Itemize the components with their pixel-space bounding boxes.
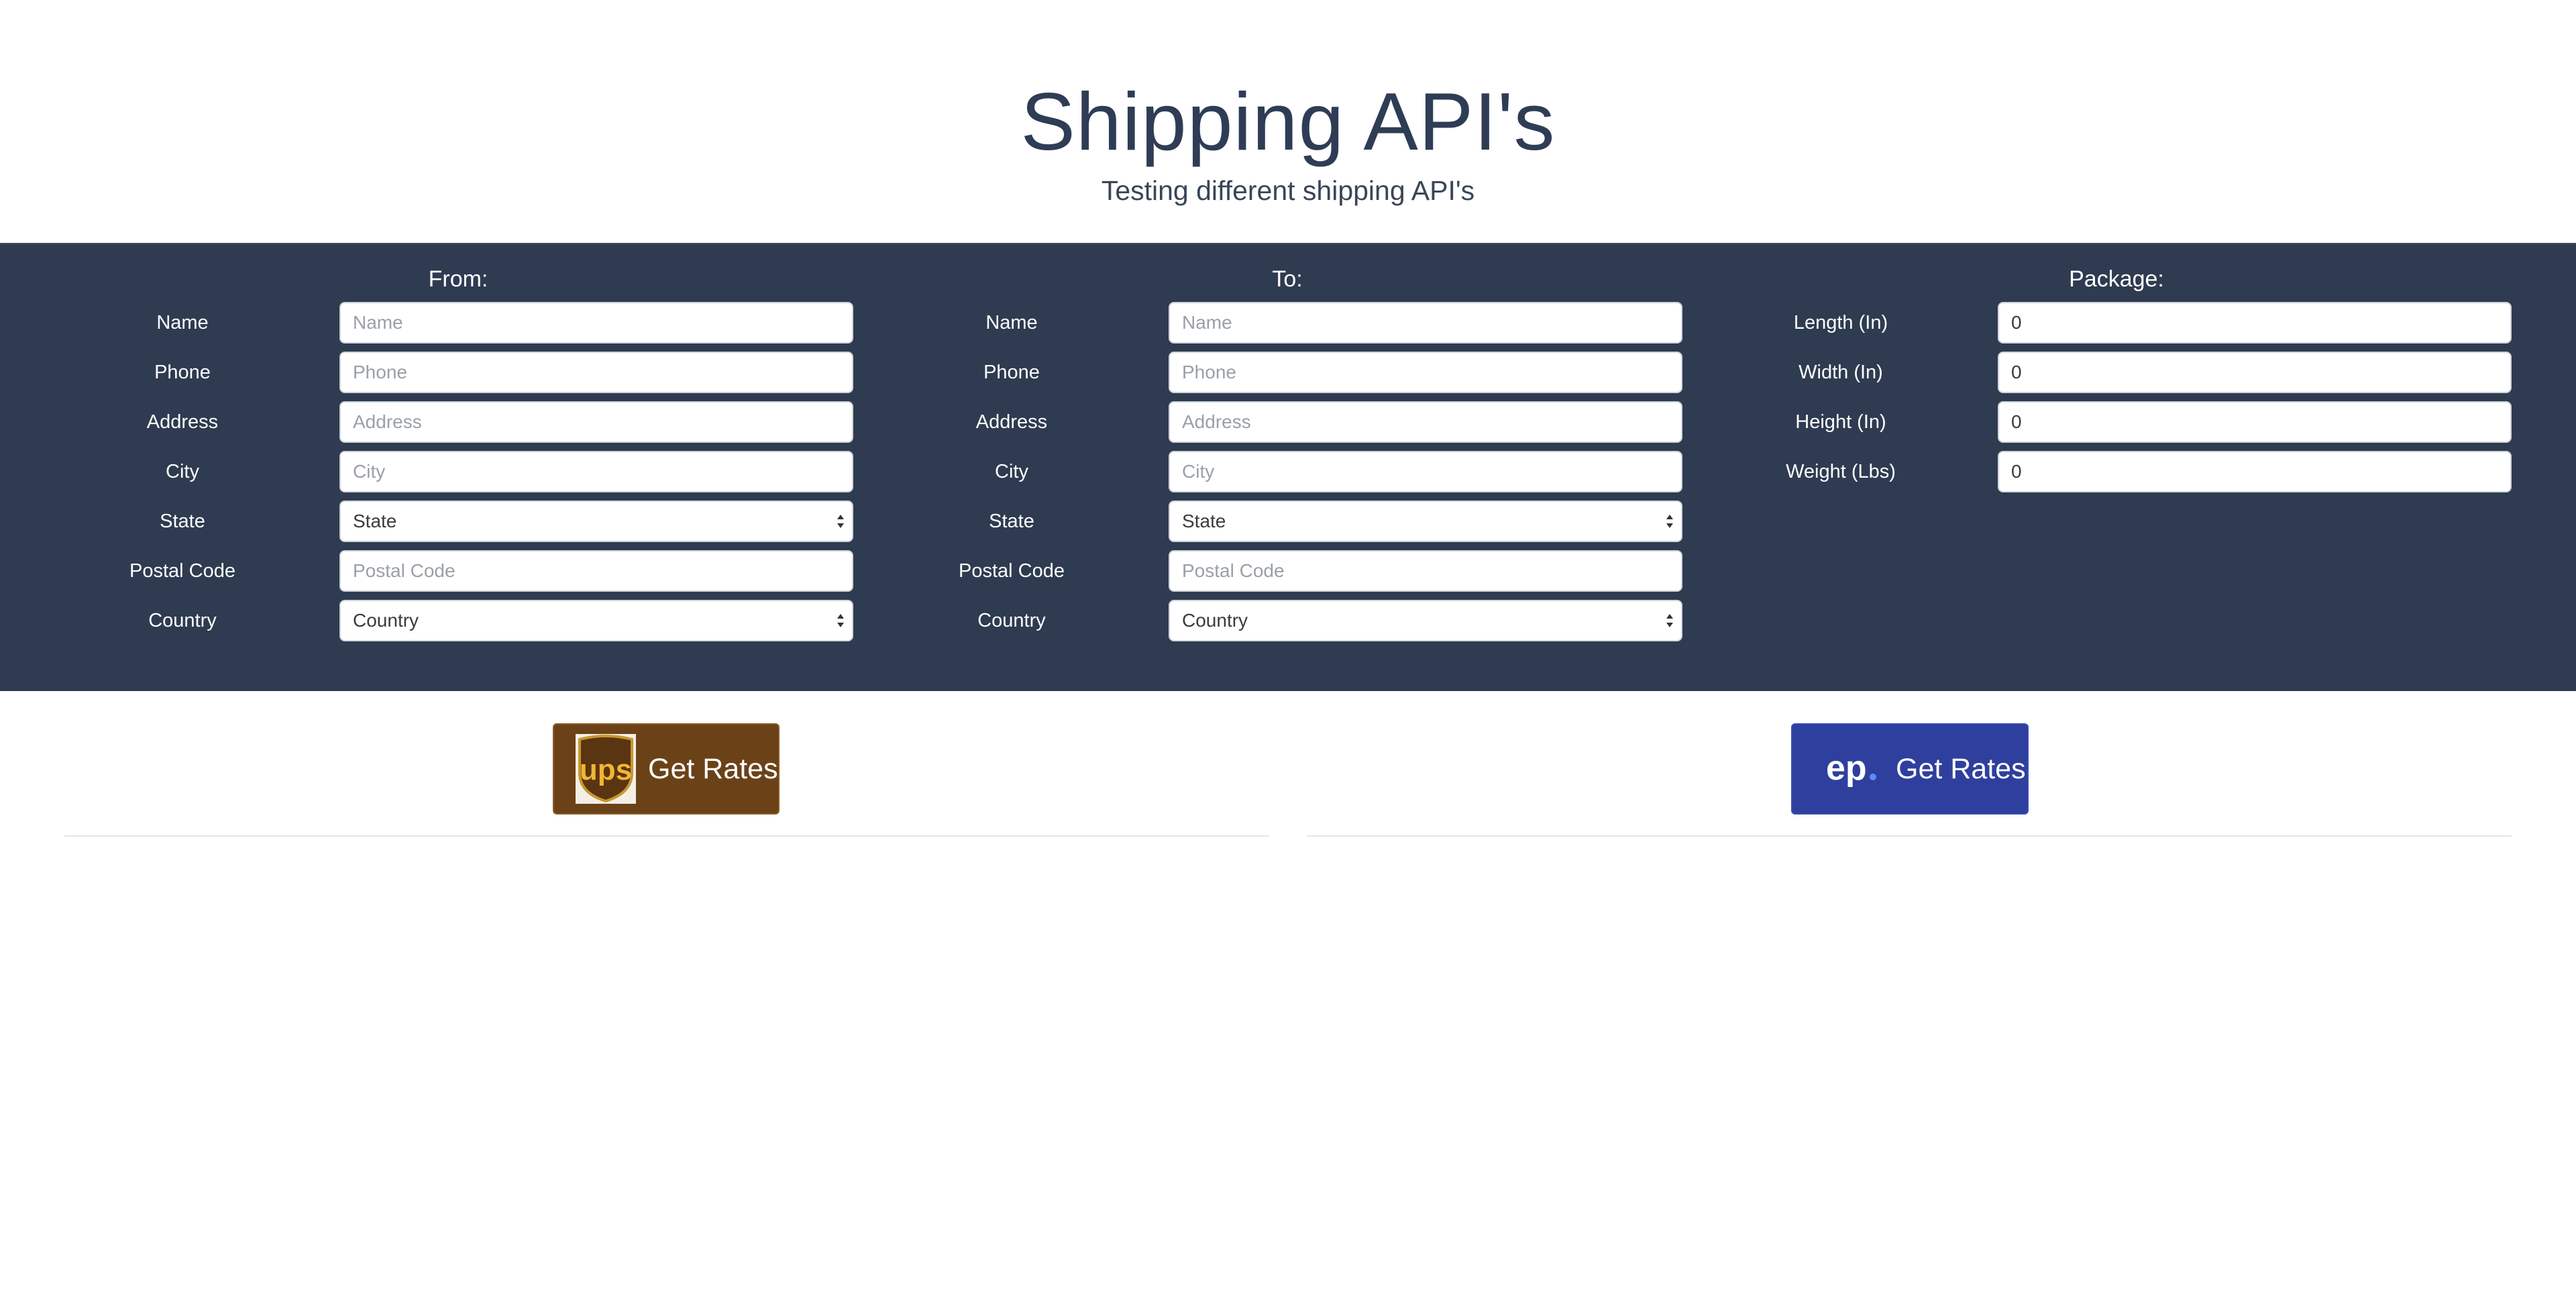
ups-button-label: Get Rates xyxy=(648,752,778,785)
address-form-panel: From: Name Phone Address City State Stat… xyxy=(0,243,2576,691)
from-country-label: Country xyxy=(148,610,217,631)
package-height-label: Height (In) xyxy=(1795,411,1886,433)
package-width-label: Width (In) xyxy=(1799,362,1883,383)
from-city-input[interactable] xyxy=(339,451,853,492)
header: Shipping API's Testing different shippin… xyxy=(0,0,2576,243)
page-subtitle: Testing different shipping API's xyxy=(1101,175,1475,206)
from-city-row: City xyxy=(0,451,859,492)
to-city-input[interactable] xyxy=(1169,451,1682,492)
to-name-input[interactable] xyxy=(1169,302,1682,344)
from-country-selected: Country xyxy=(353,610,419,631)
package-weight-row: Weight (Lbs) xyxy=(1658,451,2517,492)
from-country-row: Country Country xyxy=(0,600,859,641)
to-address-input[interactable] xyxy=(1169,401,1682,443)
from-state-select[interactable]: State xyxy=(339,501,853,542)
package-height-input[interactable] xyxy=(1998,401,2512,443)
to-postal-row: Postal Code xyxy=(829,550,1688,592)
from-phone-row: Phone xyxy=(0,352,859,393)
from-address-input[interactable] xyxy=(339,401,853,443)
to-postal-label: Postal Code xyxy=(959,560,1065,582)
package-width-input[interactable] xyxy=(1998,352,2512,393)
from-postal-label: Postal Code xyxy=(129,560,235,582)
from-state-label: State xyxy=(160,511,205,532)
to-country-selected: Country xyxy=(1182,610,1248,631)
to-country-select[interactable]: Country xyxy=(1169,600,1682,641)
from-name-row: Name xyxy=(0,302,859,344)
to-postal-input[interactable] xyxy=(1169,550,1682,592)
from-postal-input[interactable] xyxy=(339,550,853,592)
ups-get-rates-button[interactable]: ups Get Rates xyxy=(553,723,780,815)
easypost-results-divider xyxy=(1307,835,2512,837)
page: Shipping API's Testing different shippin… xyxy=(0,0,2576,1311)
package-length-label: Length (In) xyxy=(1793,312,1888,333)
to-city-row: City xyxy=(829,451,1688,492)
from-state-selected: State xyxy=(353,511,397,531)
from-country-select[interactable]: Country xyxy=(339,600,853,641)
from-state-row: State State xyxy=(0,501,859,542)
package-length-row: Length (In) xyxy=(1658,302,2517,344)
to-state-selected: State xyxy=(1182,511,1226,531)
from-postal-row: Postal Code xyxy=(0,550,859,592)
package-weight-input[interactable] xyxy=(1998,451,2512,492)
to-name-row: Name xyxy=(829,302,1688,344)
from-title: From: xyxy=(428,266,488,292)
from-address-label: Address xyxy=(146,411,219,433)
package-title: Package: xyxy=(2069,266,2164,292)
from-phone-label: Phone xyxy=(154,362,211,383)
to-name-label: Name xyxy=(985,312,1038,333)
to-phone-label: Phone xyxy=(983,362,1040,383)
page-title: Shipping API's xyxy=(1020,76,1556,167)
to-city-label: City xyxy=(995,461,1028,482)
package-width-row: Width (In) xyxy=(1658,352,2517,393)
to-phone-input[interactable] xyxy=(1169,352,1682,393)
select-arrows-icon xyxy=(1666,515,1673,528)
ups-results-divider xyxy=(64,835,1269,837)
to-country-row: Country Country xyxy=(829,600,1688,641)
to-address-row: Address xyxy=(829,401,1688,443)
ups-logo-icon: ups xyxy=(576,734,636,804)
to-state-row: State State xyxy=(829,501,1688,542)
easypost-get-rates-button[interactable]: ep Get Rates xyxy=(1791,723,2029,815)
to-country-label: Country xyxy=(977,610,1046,631)
from-phone-input[interactable] xyxy=(339,352,853,393)
package-weight-label: Weight (Lbs) xyxy=(1786,461,1896,482)
from-name-input[interactable] xyxy=(339,302,853,344)
to-title: To: xyxy=(1272,266,1303,292)
to-state-select[interactable]: State xyxy=(1169,501,1682,542)
to-address-label: Address xyxy=(975,411,1048,433)
package-height-row: Height (In) xyxy=(1658,401,2517,443)
easypost-logo-icon: ep xyxy=(1826,749,1876,788)
svg-text:ups: ups xyxy=(580,753,632,786)
to-phone-row: Phone xyxy=(829,352,1688,393)
select-arrows-icon xyxy=(1666,614,1673,627)
package-length-input[interactable] xyxy=(1998,302,2512,344)
svg-text:ep: ep xyxy=(1826,749,1867,788)
easypost-button-label: Get Rates xyxy=(1896,752,2026,785)
from-name-label: Name xyxy=(156,312,209,333)
from-city-label: City xyxy=(166,461,199,482)
to-state-label: State xyxy=(989,511,1034,532)
from-address-row: Address xyxy=(0,401,859,443)
